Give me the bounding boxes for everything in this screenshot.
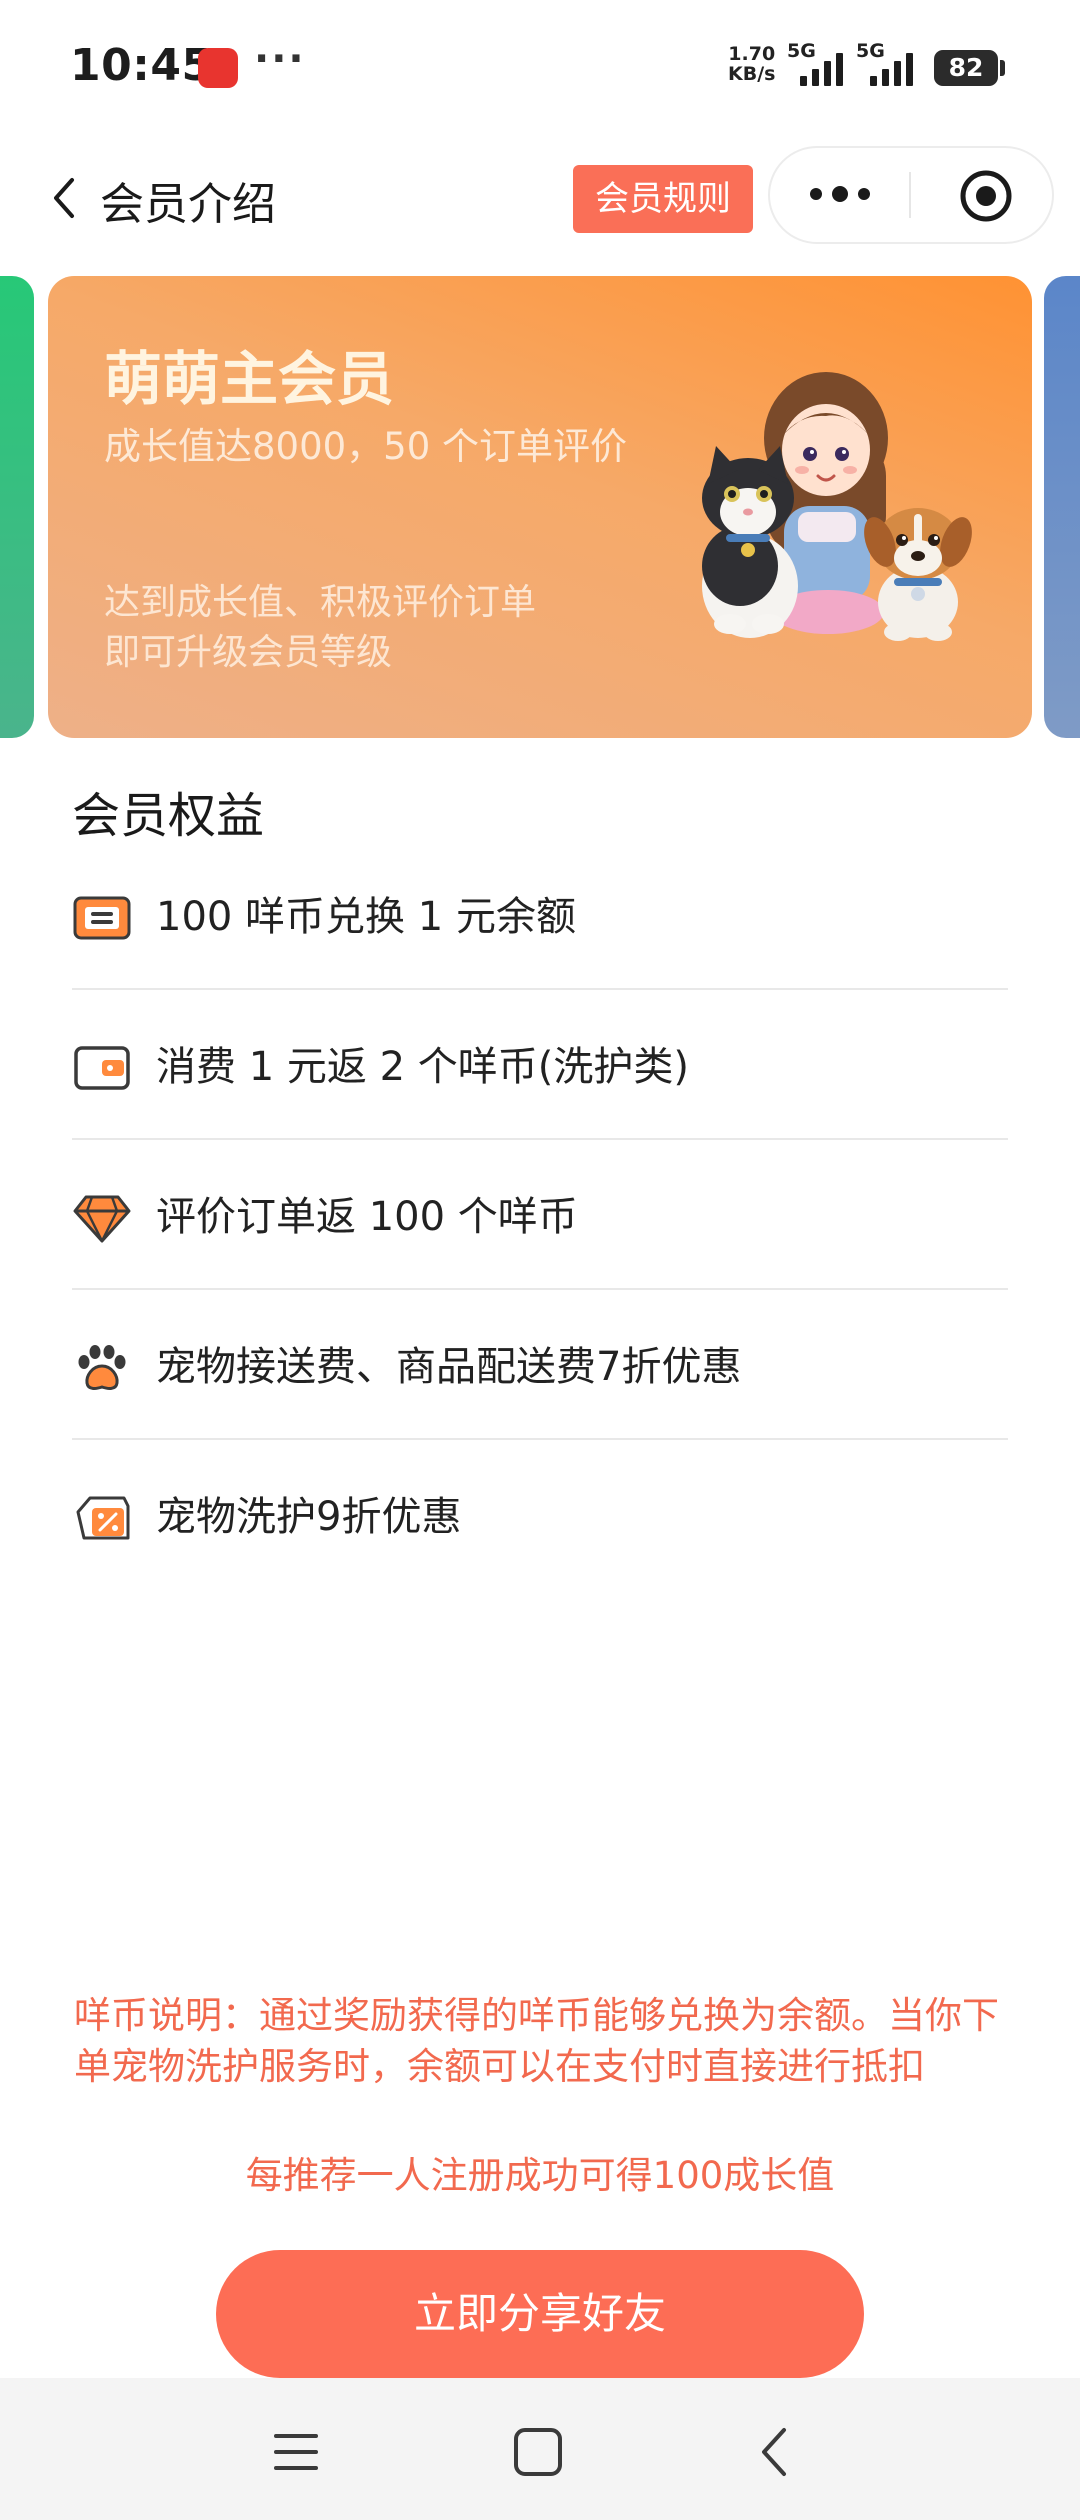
- network-speed: 1.70 KB/s: [728, 44, 775, 84]
- benefit-item: 宠物接送费、商品配送费7折优惠: [72, 1290, 1008, 1440]
- referral-reward-note: 每推荐一人注册成功可得100成长值: [245, 2154, 835, 2197]
- benefit-item: 100 咩币兑换 1 元余额: [72, 840, 1008, 990]
- notification-more-icon: ···: [254, 36, 306, 82]
- back-arrow-icon[interactable]: [42, 174, 90, 222]
- signal-sim2-icon: [870, 52, 913, 86]
- benefit-text: 宠物洗护9折优惠: [156, 1494, 462, 1540]
- coin-explanation: 咩币说明：通过奖励获得的咩币能够兑换为余额。当你下单宠物洗护服务时，余额可以在支…: [74, 1994, 999, 2088]
- benefit-text: 消费 1 元返 2 个咩币(洗护类): [156, 1044, 689, 1090]
- discount-tag-icon: [76, 1496, 130, 1540]
- benefits-heading: 会员权益: [72, 788, 265, 844]
- member-level-description: 达到成长值、积极评价订单即可升级会员等级: [104, 582, 537, 673]
- shopping-app-icon: [198, 48, 238, 88]
- capsule-divider: [909, 172, 911, 218]
- recent-apps-icon[interactable]: [272, 2430, 320, 2474]
- network-speed-value: 1.70: [728, 43, 776, 65]
- more-options-icon[interactable]: [800, 170, 880, 218]
- benefit-item: 评价订单返 100 个咩币: [72, 1140, 1008, 1290]
- battery-tip: [1000, 60, 1005, 76]
- benefit-item: 宠物洗护9折优惠: [72, 1440, 1008, 1590]
- battery-indicator: 82: [934, 50, 998, 86]
- member-level-card: 萌萌主会员 成长值达8000，50 个订单评价 达到成长值、积极评价订单即可升级…: [48, 276, 1032, 738]
- diamond-icon: [73, 1195, 131, 1243]
- status-time: 10:45: [70, 40, 213, 91]
- coupon-icon: [73, 896, 131, 940]
- next-level-card[interactable]: [1044, 276, 1080, 738]
- member-level-requirement: 成长值达8000，50 个订单评价: [104, 425, 628, 468]
- benefit-text: 评价订单返 100 个咩币: [156, 1194, 578, 1240]
- system-back-icon[interactable]: [754, 2424, 794, 2480]
- home-icon[interactable]: [510, 2424, 566, 2480]
- share-with-friends-button[interactable]: 立即分享好友: [216, 2250, 864, 2378]
- page-title: 会员介绍: [100, 179, 276, 230]
- paw-icon: [78, 1345, 126, 1390]
- member-rules-button[interactable]: 会员规则: [573, 165, 753, 233]
- benefit-item: 消费 1 元返 2 个咩币(洗护类): [72, 990, 1008, 1140]
- member-level-title: 萌萌主会员: [104, 345, 395, 413]
- girl-with-pets-illustration: [702, 372, 972, 641]
- wallet-icon: [74, 1046, 130, 1090]
- previous-level-card[interactable]: [0, 276, 34, 738]
- network-speed-unit: KB/s: [728, 63, 776, 85]
- benefit-text: 宠物接送费、商品配送费7折优惠: [156, 1344, 742, 1390]
- benefit-text: 100 咩币兑换 1 元余额: [156, 894, 576, 940]
- close-mini-program-icon[interactable]: [958, 168, 1014, 224]
- signal-sim1-icon: [800, 52, 843, 86]
